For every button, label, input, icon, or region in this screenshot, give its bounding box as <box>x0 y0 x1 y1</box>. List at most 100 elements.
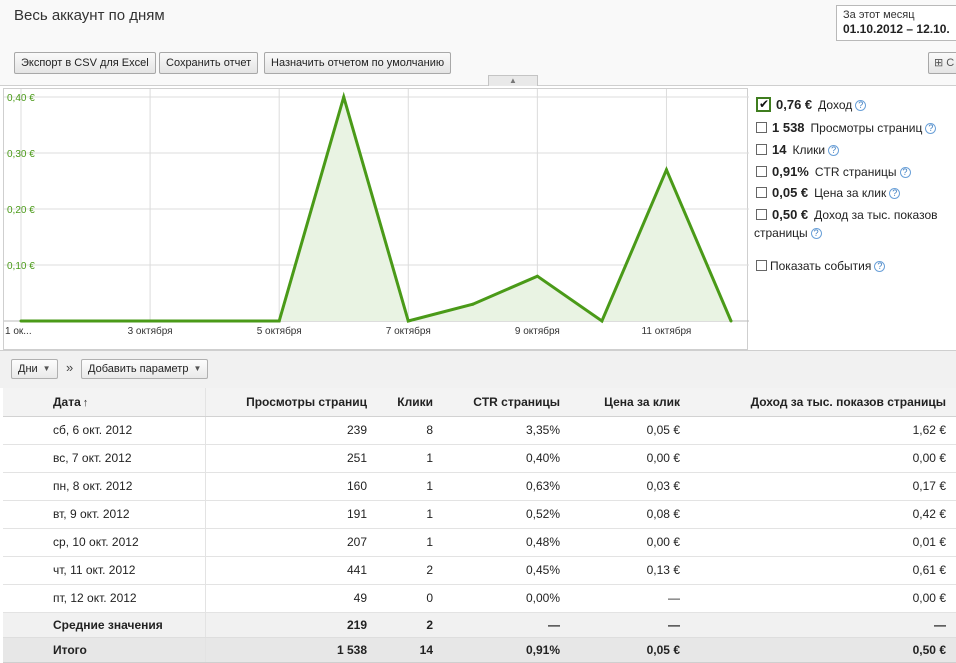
collapse-chart-toggle[interactable]: ▲ <box>488 75 538 86</box>
column-header-rpm[interactable]: Доход за тыс. показов страницы <box>690 388 956 417</box>
checkbox-ctr[interactable] <box>756 166 767 177</box>
help-icon[interactable]: ? <box>855 100 867 111</box>
legend-item-rpm[interactable]: 0,50 € Доход за тыс. показов <box>756 207 938 222</box>
legend-label: Доход <box>818 98 853 112</box>
cell-cpc: — <box>570 584 690 613</box>
table-row: ср, 10 окт. 2012 207 1 0,48% 0,00 €0,01 € <box>3 528 956 557</box>
cell-clicks: 0 <box>377 584 443 613</box>
date-range-label: За этот месяц <box>843 9 915 21</box>
checkbox-pageviews[interactable] <box>756 122 767 133</box>
chevron-down-icon: ▼ <box>193 364 202 373</box>
data-point <box>148 319 152 323</box>
legend-value: 0,50 € <box>772 207 809 222</box>
table-row: чт, 11 окт. 2012 441 2 0,45% 0,13 €0,61 € <box>3 556 956 585</box>
chart-svg: 0,40 €0,30 €0,20 €0,10 €1 ок... 3 октября… <box>4 89 749 337</box>
chevron-down-icon: ▼ <box>42 364 51 373</box>
table-row: сб, 6 окт. 2012 239 8 3,35% 0,05 €1,62 € <box>3 416 956 445</box>
cell-rpm: 0,17 € <box>690 472 956 501</box>
cell-pageviews: 191 <box>204 500 377 529</box>
cell-pageviews: 239 <box>204 416 377 445</box>
legend-item-cpc[interactable]: 0,05 € Цена за клик? <box>756 185 901 200</box>
help-icon[interactable]: ? <box>899 167 911 178</box>
cell-date: сб, 6 окт. 2012 <box>3 416 205 445</box>
cell-clicks: 1 <box>377 444 443 473</box>
table-row: пт, 12 окт. 2012 49 0 0,00% —0,00 € <box>3 584 956 613</box>
checkbox-revenue[interactable] <box>756 97 771 112</box>
column-header-label: Дата <box>53 394 81 409</box>
date-range-picker[interactable]: За этот месяц 01.10.2012 – 12.10. <box>836 5 956 41</box>
cell-cpc: — <box>570 612 690 638</box>
checkbox-clicks[interactable] <box>756 144 767 155</box>
period-select-value: Дни <box>18 363 38 375</box>
data-point <box>84 319 88 323</box>
cell-pageviews: 160 <box>204 472 377 501</box>
save-report-button[interactable]: Сохранить отчет <box>159 52 259 74</box>
cell-pageviews: 1 538 <box>204 637 377 663</box>
add-parameter-label: Добавить параметр <box>88 363 189 375</box>
help-icon[interactable]: ? <box>828 145 840 156</box>
cell-pageviews: 219 <box>204 612 377 638</box>
cell-date: пн, 8 окт. 2012 <box>3 472 205 501</box>
legend-value: 14 <box>772 142 787 157</box>
table-header-row: Дата ↑ Просмотры страниц Клики CTR страни… <box>3 388 956 417</box>
cell-ctr: 0,45% <box>443 556 570 585</box>
checkbox-cpc[interactable] <box>756 187 767 198</box>
column-header-pageviews[interactable]: Просмотры страниц <box>204 388 377 417</box>
cell-clicks: 14 <box>377 637 443 663</box>
legend-label-cont: страницы <box>754 226 808 240</box>
x-tick-label: 11 октября <box>642 325 692 337</box>
revenue-chart: 0,40 €0,30 €0,20 €0,10 €1 ок... 3 октября… <box>3 88 749 350</box>
cell-ctr: — <box>443 612 570 638</box>
cell-pageviews: 207 <box>204 528 377 557</box>
columns-button[interactable]: ⊞ С <box>928 52 956 74</box>
cell-cpc: 0,05 € <box>570 637 690 663</box>
legend-label: Цена за клик <box>814 186 887 200</box>
cell-clicks: 1 <box>377 500 443 529</box>
help-icon[interactable]: ? <box>810 228 822 239</box>
add-parameter-dropdown[interactable]: Добавить параметр ▼ <box>81 359 209 379</box>
column-header-ctr[interactable]: CTR страницы <box>443 388 570 417</box>
help-icon[interactable]: ? <box>874 261 886 272</box>
average-row: Средние значения 219 2— — — <box>3 612 956 638</box>
legend-value: 0,91% <box>772 164 809 179</box>
legend-item-pageviews[interactable]: 1 538 Просмотры страниц? <box>756 120 937 135</box>
cell-rpm: 0,01 € <box>690 528 956 557</box>
checkbox-rpm[interactable] <box>756 209 767 220</box>
breadcrumb-separator: » <box>66 360 74 375</box>
legend-item-clicks[interactable]: 14 Клики? <box>756 142 840 157</box>
cell-date: вс, 7 окт. 2012 <box>3 444 205 473</box>
cell-pageviews: 49 <box>204 584 377 613</box>
report-header: Весь аккаунт по дням За этот месяц 01.10… <box>0 0 956 86</box>
cell-pageviews: 441 <box>204 556 377 585</box>
date-range-value: 01.10.2012 – 12.10. <box>843 22 950 36</box>
column-header-cpc[interactable]: Цена за клик <box>570 388 690 417</box>
x-tick-label: 3 октября <box>128 325 173 337</box>
cell-date: чт, 11 окт. 2012 <box>3 556 205 585</box>
legend-item-ctr[interactable]: 0,91% CTR страницы? <box>756 164 911 179</box>
set-default-report-button[interactable]: Назначить отчетом по умолчанию <box>264 52 452 74</box>
legend-value: 0,05 € <box>772 185 809 200</box>
help-icon[interactable]: ? <box>925 123 937 134</box>
cell-rpm: 1,62 € <box>690 416 956 445</box>
cell-ctr: 0,40% <box>443 444 570 473</box>
column-header-date[interactable]: Дата ↑ <box>3 388 205 417</box>
cell-ctr: 0,63% <box>443 472 570 501</box>
cell-cpc: 0,08 € <box>570 500 690 529</box>
column-header-clicks[interactable]: Клики <box>377 388 443 417</box>
x-tick-label: 1 ок... <box>5 326 32 337</box>
checkbox-show-events[interactable] <box>756 260 767 271</box>
period-select[interactable]: Дни ▼ <box>11 359 58 379</box>
cell-clicks: 2 <box>377 612 443 638</box>
data-point <box>729 319 733 323</box>
legend-label: CTR страницы <box>814 165 897 179</box>
help-icon[interactable]: ? <box>889 188 901 199</box>
show-events-option[interactable]: Показать события? <box>756 259 886 273</box>
legend-item-revenue[interactable]: 0,76 € Доход? <box>756 97 867 112</box>
cell-cpc: 0,03 € <box>570 472 690 501</box>
show-events-label: Показать события <box>770 259 872 273</box>
cell-clicks: 8 <box>377 416 443 445</box>
export-csv-button[interactable]: Экспорт в CSV для Excel <box>14 52 156 74</box>
cell-cpc: 0,00 € <box>570 444 690 473</box>
cell-rpm: 0,00 € <box>690 444 956 473</box>
cell-cpc: 0,13 € <box>570 556 690 585</box>
